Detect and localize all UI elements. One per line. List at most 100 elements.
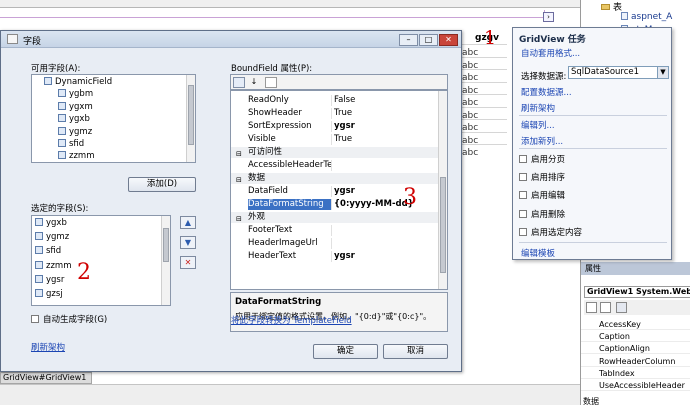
refresh-schema-link[interactable]: 刷新架构 [521, 102, 555, 114]
checkbox-icon[interactable] [31, 315, 39, 323]
folder-node[interactable]: 表 [601, 0, 622, 13]
property-value[interactable]: False [331, 95, 436, 106]
tree-node-field[interactable]: sfid [58, 139, 84, 149]
tasks-checkbox[interactable]: 启用分页 [519, 153, 565, 165]
checkbox-icon[interactable] [519, 155, 527, 163]
property-value[interactable]: ygsr [331, 121, 436, 132]
property-row[interactable]: TabIndex [581, 369, 690, 379]
selected-field-label: gzsj [46, 289, 63, 299]
property-value[interactable]: {0:yyyy-MM-dd} [331, 199, 436, 210]
property-row[interactable]: CaptionAlign [581, 344, 690, 355]
checkbox-icon[interactable] [519, 173, 527, 182]
property-row[interactable]: Caption [581, 332, 690, 343]
selected-field-item[interactable]: gzsj [35, 289, 63, 299]
categorized-icon[interactable] [233, 77, 245, 88]
property-value[interactable] [331, 238, 436, 249]
minimize-button[interactable]: – [399, 34, 418, 46]
collapse-icon[interactable]: ⊟ [236, 149, 242, 160]
property-row[interactable]: UseAccessibleHeader [581, 381, 690, 391]
auto-generate-checkbox[interactable]: 自动生成字段(G) [31, 313, 107, 325]
collapse-icon[interactable]: ⊟ [236, 214, 242, 225]
dialog-title: 字段 [23, 37, 42, 47]
refresh-schema-link[interactable]: 刷新架构 [31, 341, 65, 353]
edit-columns-link[interactable]: 编辑列... [521, 119, 555, 131]
property-toolbar: ↓ [230, 74, 448, 90]
available-fields-tree[interactable]: DynamicField ygbm ygxm ygxb ygmz sfid zzmm [31, 74, 196, 163]
solution-file-label: aspnet_A [631, 12, 673, 22]
bottom-tab[interactable]: GridView#GridView1 [0, 372, 92, 384]
tasks-checkbox[interactable]: 启用选定内容 [519, 226, 582, 238]
tree-node-field[interactable]: ygmz [58, 126, 92, 137]
field-icon [58, 139, 66, 147]
tasks-checkbox[interactable]: 启用编辑 [519, 189, 565, 201]
cancel-button[interactable]: 取消 [383, 344, 448, 359]
property-category[interactable]: ⊟ 可访问性 [231, 147, 447, 160]
selected-field-item[interactable]: ygsr [35, 274, 64, 285]
close-button[interactable]: ✕ [439, 34, 458, 46]
datasource-select[interactable]: SqlDataSource1 ▼ [568, 66, 669, 79]
tasks-checkbox[interactable]: 启用删除 [519, 208, 565, 220]
ok-button[interactable]: 确定 [313, 344, 378, 359]
maximize-button[interactable]: □ [419, 34, 438, 46]
smart-tag-icon[interactable]: › [543, 12, 554, 22]
move-down-button[interactable]: ▼ [180, 236, 196, 249]
property-category[interactable]: ⊟ 数据 [231, 173, 447, 186]
tasks-checkbox[interactable]: 启用排序 [519, 171, 565, 183]
selected-fields-list[interactable]: ygxb ygmz sfid zzmm ygsr gzsj [31, 215, 171, 306]
edit-templates-link[interactable]: 编辑模板 [521, 247, 555, 259]
collapse-icon[interactable]: ⊟ [236, 175, 242, 186]
property-row[interactable]: ReadOnly False [231, 95, 447, 106]
checkbox-icon[interactable] [519, 191, 527, 200]
property-row[interactable]: Visible True [231, 134, 447, 145]
solution-file[interactable]: aspnet_A [621, 12, 672, 22]
checkbox-icon[interactable] [519, 209, 527, 218]
properties-object-select[interactable]: GridView1 System.Web.UI [584, 286, 690, 298]
add-button[interactable]: 添加(D) [128, 177, 196, 192]
tree-scrollbar[interactable] [186, 75, 195, 162]
property-value[interactable]: ygsr [331, 251, 436, 262]
selected-field-item[interactable]: ygxb [35, 218, 67, 228]
chevron-down-icon[interactable]: ▼ [657, 67, 668, 78]
convert-templatefield-link[interactable]: 将此字段转换为 TemplateField [231, 314, 352, 326]
selected-field-item[interactable]: sfid [35, 246, 61, 256]
add-column-link[interactable]: 添加新列... [521, 135, 563, 147]
tree-node-field[interactable]: zzmm [58, 151, 94, 161]
tasks-title: GridView 任务 [519, 35, 586, 45]
property-value[interactable] [331, 160, 436, 171]
property-name: ReadOnly [248, 95, 289, 105]
selected-field-item[interactable]: ygmz [35, 232, 69, 242]
property-row[interactable]: HeaderText ygsr [231, 251, 447, 262]
list-scrollbar[interactable] [161, 216, 170, 305]
auto-format-link[interactable]: 自动套用格式... [521, 47, 580, 59]
property-pages-icon[interactable] [265, 77, 277, 88]
properties-icon[interactable] [616, 302, 627, 313]
gridview-outline [0, 10, 545, 18]
tree-node-field[interactable]: ygxb [58, 114, 90, 124]
bottom-bar [0, 384, 580, 405]
property-row[interactable]: ShowHeader True [231, 108, 447, 119]
alphabetical-icon[interactable] [600, 302, 611, 313]
property-category[interactable]: ⊟ 外观 [231, 212, 447, 225]
property-row[interactable]: AccessibleHeaderTe [231, 160, 447, 171]
property-value[interactable] [331, 225, 436, 236]
move-up-button[interactable]: ▲ [180, 216, 196, 229]
property-row[interactable]: HeaderImageUrl [231, 238, 447, 249]
property-row[interactable]: AccessKey [581, 320, 690, 330]
configure-datasource-link[interactable]: 配置数据源... [521, 86, 572, 98]
property-row[interactable]: SortExpression ygsr [231, 121, 447, 132]
property-value[interactable]: ygsr [331, 186, 436, 197]
property-value[interactable]: True [331, 108, 436, 119]
property-name: ShowHeader [248, 108, 302, 118]
tree-node-dynamicfield[interactable]: DynamicField [44, 77, 112, 87]
property-value[interactable]: True [331, 134, 436, 145]
tree-node-field[interactable]: ygbm [58, 89, 93, 99]
property-grid-scrollbar[interactable] [438, 91, 447, 289]
selected-field-item[interactable]: zzmm [35, 260, 71, 271]
categorized-icon[interactable] [586, 302, 597, 313]
sort-alpha-icon[interactable]: ↓ [248, 77, 260, 88]
property-row[interactable]: FooterText [231, 225, 447, 236]
checkbox-icon[interactable] [519, 227, 527, 236]
tree-node-field[interactable]: ygxm [58, 101, 93, 112]
property-row[interactable]: RowHeaderColumn [581, 357, 690, 367]
delete-field-button[interactable]: ✕ [180, 256, 196, 269]
